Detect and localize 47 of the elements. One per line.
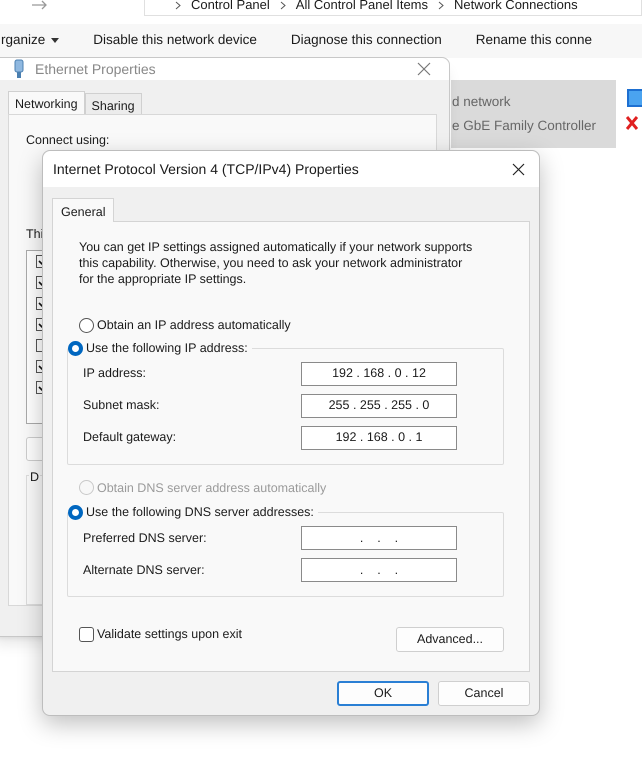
radio-button[interactable] xyxy=(68,505,83,520)
chevron-right-icon xyxy=(438,0,444,10)
chevron-right-icon xyxy=(175,0,181,10)
advanced-button[interactable]: Advanced... xyxy=(396,627,504,652)
radio-label: Obtain an IP address automatically xyxy=(97,317,291,334)
tab[interactable]: Networking xyxy=(8,91,85,114)
ip-address-field[interactable]: 192 . 168 . 0 . 1 xyxy=(301,426,457,450)
radio-label: Use the following DNS server addresses: xyxy=(86,504,314,522)
toolbar-button[interactable]: Disable this network device xyxy=(93,30,257,50)
breadcrumb-item[interactable]: Network Connections xyxy=(454,0,578,15)
adapter-tile[interactable]: d network e GbE Family Controller xyxy=(451,80,616,148)
ip-address-field[interactable]: . . . xyxy=(301,558,457,582)
dialog-button[interactable]: OK xyxy=(337,681,429,706)
checkbox[interactable] xyxy=(79,627,94,642)
radio-label: Use the following IP address: xyxy=(86,340,248,357)
tab[interactable]: General xyxy=(52,198,114,222)
toolbar-button[interactable]: Rename this conne xyxy=(476,30,592,50)
ethernet-icon xyxy=(13,59,25,80)
close-icon[interactable] xyxy=(512,162,525,176)
field-label: Alternate DNS server: xyxy=(83,562,206,579)
ip-address-field[interactable]: . . . xyxy=(301,526,457,550)
ip-address-field[interactable]: 255 . 255 . 255 . 0 xyxy=(301,394,457,418)
radio-label: Obtain DNS server address automatically xyxy=(97,480,326,497)
breadcrumb-item[interactable]: All Control Panel Items xyxy=(296,0,428,15)
forward-arrow-icon[interactable] xyxy=(32,0,48,10)
toolbar-button[interactable]: rganize xyxy=(1,30,60,50)
toolbar-button[interactable]: Diagnose this connection xyxy=(290,30,442,50)
connect-using-label: Connect using: xyxy=(26,132,110,150)
dialog-button[interactable]: Cancel xyxy=(438,681,530,706)
tab[interactable]: Sharing xyxy=(84,93,142,114)
dialog-title: Internet Protocol Version 4 (TCP/IPv4) Properties xyxy=(53,160,359,179)
adapter-text: d network xyxy=(452,92,512,111)
breadcrumb-item[interactable]: Control Panel xyxy=(191,0,270,15)
description-text: You can get IP settings assigned automatically if your network supports this capability. Otherwise, you need to ask your network administrator for the appropriate IP settings. xyxy=(79,239,474,287)
field-label: IP address: xyxy=(83,365,148,382)
field-label: Preferred DNS server: xyxy=(83,530,208,547)
radio-button[interactable] xyxy=(68,340,83,356)
cross-icon xyxy=(626,116,638,130)
adapter-text: e GbE Family Controller xyxy=(452,117,598,135)
chevron-right-icon xyxy=(280,0,286,10)
ip-address-field[interactable]: 192 . 168 . 0 . 12 xyxy=(301,362,457,386)
caret-icon xyxy=(51,38,60,42)
checkbox-label: Validate settings upon exit xyxy=(97,626,242,644)
field-label: Default gateway: xyxy=(83,429,178,446)
radio-button[interactable] xyxy=(79,318,94,333)
window-title: Ethernet Properties xyxy=(35,60,156,79)
field-label: Subnet mask: xyxy=(83,397,160,414)
